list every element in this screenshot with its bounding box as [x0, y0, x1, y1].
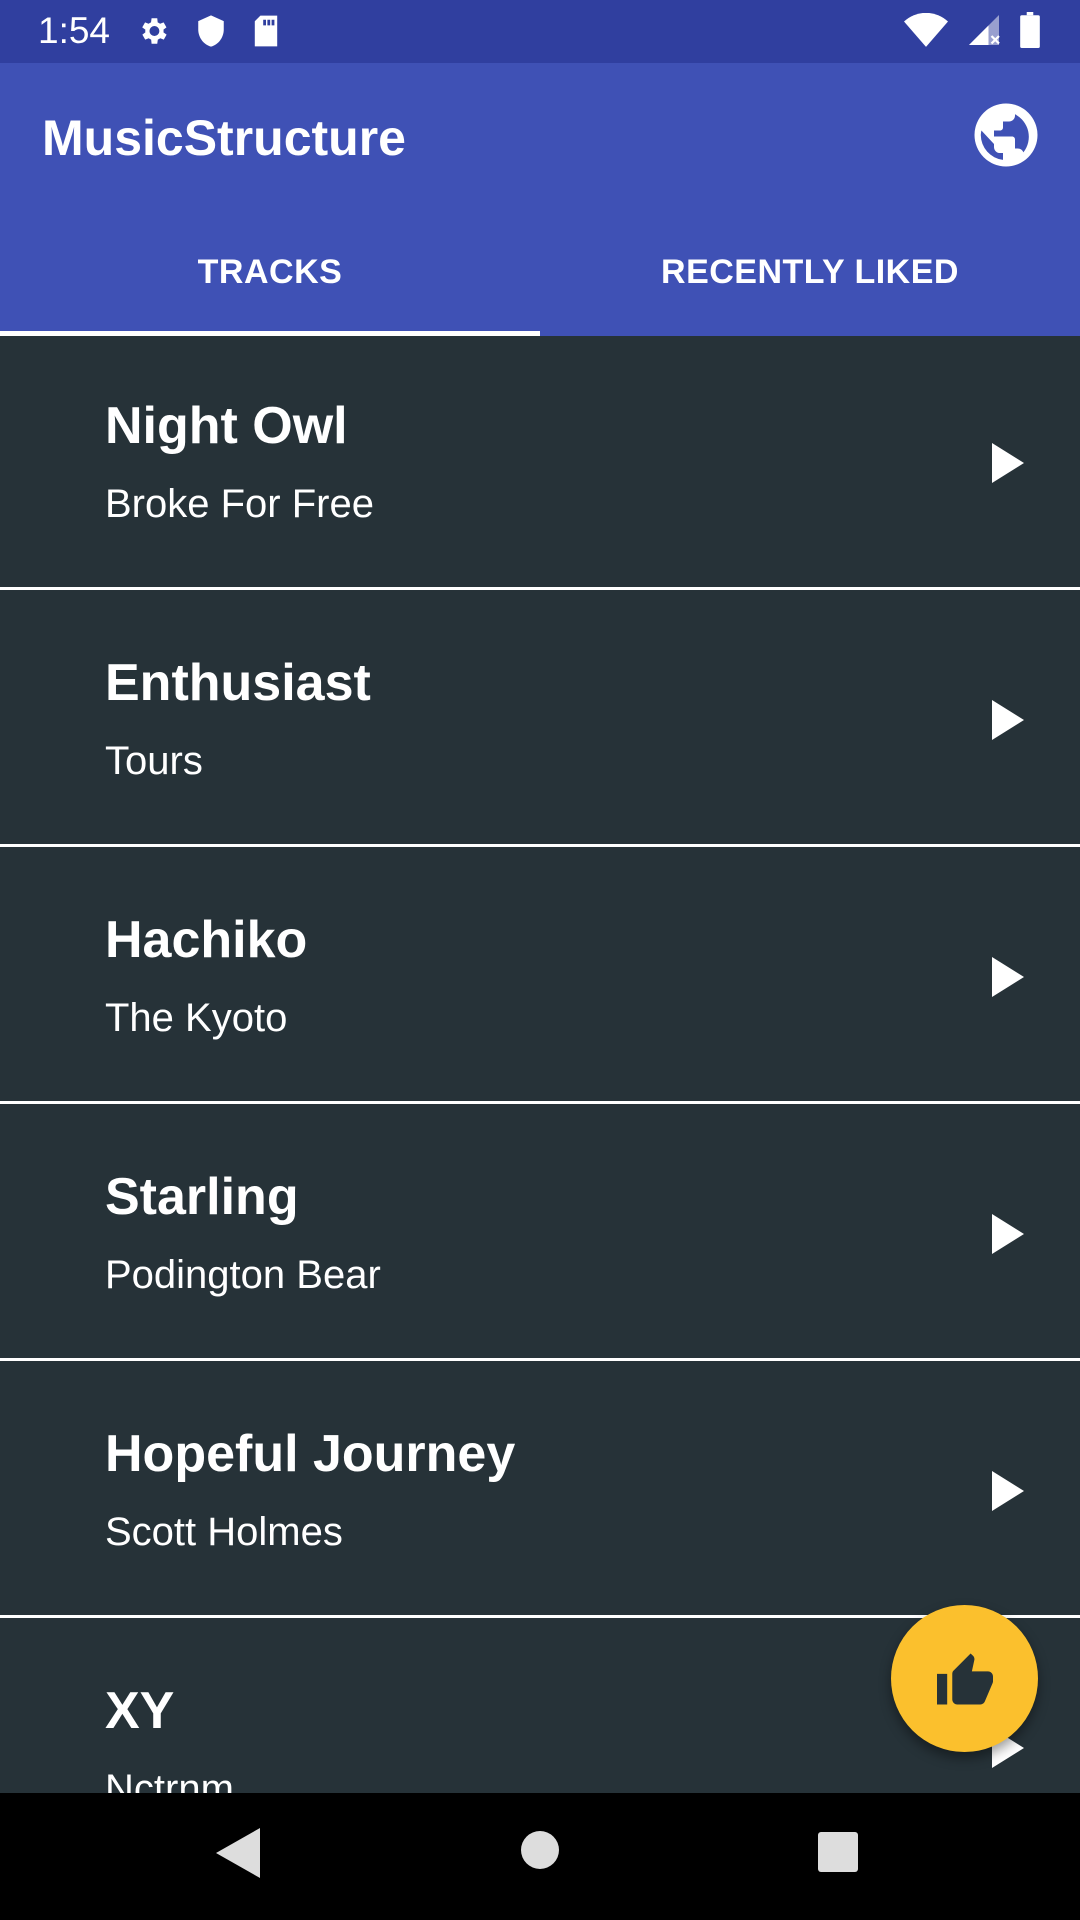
track-title: Enthusiast — [105, 654, 371, 712]
status-bar: 1:54 — [0, 0, 1080, 63]
tab-bar: TRACKS RECENTLY LIKED — [0, 209, 1080, 336]
cell-signal-icon — [966, 12, 1002, 48]
globe-button[interactable] — [970, 99, 1042, 171]
status-time: 1:54 — [38, 10, 111, 51]
gear-icon — [136, 14, 170, 48]
track-title: Night Owl — [105, 397, 348, 455]
app-bar: MusicStructure — [0, 63, 1080, 209]
app-title: MusicStructure — [42, 110, 406, 166]
play-icon[interactable] — [992, 1214, 1024, 1254]
track-title: XY — [105, 1682, 175, 1740]
track-artist: The Kyoto — [105, 996, 288, 1040]
track-divider — [0, 1615, 1080, 1618]
play-icon[interactable] — [992, 443, 1024, 483]
tab-tracks[interactable]: TRACKS — [0, 209, 540, 336]
track-title: Starling — [105, 1168, 299, 1226]
sd-card-icon — [252, 14, 280, 48]
track-divider — [0, 587, 1080, 590]
track-artist: Scott Holmes — [105, 1510, 343, 1554]
track-row[interactable]: Enthusiast Tours — [0, 593, 1080, 847]
track-artist: Nctrnm — [105, 1767, 234, 1793]
play-icon[interactable] — [992, 1471, 1024, 1511]
tab-tracks-label: TRACKS — [197, 253, 343, 291]
recents-icon[interactable] — [818, 1832, 858, 1872]
track-artist: Broke For Free — [105, 482, 374, 526]
like-fab-button[interactable] — [891, 1605, 1038, 1752]
status-left-icons — [136, 14, 280, 48]
track-row[interactable]: Hachiko The Kyoto — [0, 850, 1080, 1104]
track-row[interactable]: Starling Podington Bear — [0, 1107, 1080, 1361]
track-divider — [0, 844, 1080, 847]
track-row[interactable]: Night Owl Broke For Free — [0, 336, 1080, 590]
home-icon[interactable] — [520, 1830, 560, 1870]
tab-recently-liked-label: RECENTLY LIKED — [661, 253, 959, 291]
track-title: Hopeful Journey — [105, 1425, 516, 1483]
back-icon[interactable] — [216, 1828, 260, 1878]
track-row[interactable]: Hopeful Journey Scott Holmes — [0, 1364, 1080, 1618]
shield-icon — [196, 14, 226, 48]
globe-icon — [974, 103, 1038, 167]
status-right-icons — [904, 12, 1040, 48]
track-title: Hachiko — [105, 911, 308, 969]
track-artist: Podington Bear — [105, 1253, 381, 1297]
track-divider — [0, 1101, 1080, 1104]
system-nav-bar — [0, 1793, 1080, 1920]
thumbs-up-icon — [936, 1653, 993, 1704]
track-artist: Tours — [105, 739, 203, 783]
play-icon[interactable] — [992, 700, 1024, 740]
track-list[interactable]: Night Owl Broke For Free Enthusiast Tour… — [0, 336, 1080, 1793]
battery-icon — [1020, 12, 1040, 48]
tab-recently-liked[interactable]: RECENTLY LIKED — [540, 209, 1080, 336]
wifi-icon — [904, 13, 948, 47]
play-icon[interactable] — [992, 957, 1024, 997]
track-divider — [0, 1358, 1080, 1361]
